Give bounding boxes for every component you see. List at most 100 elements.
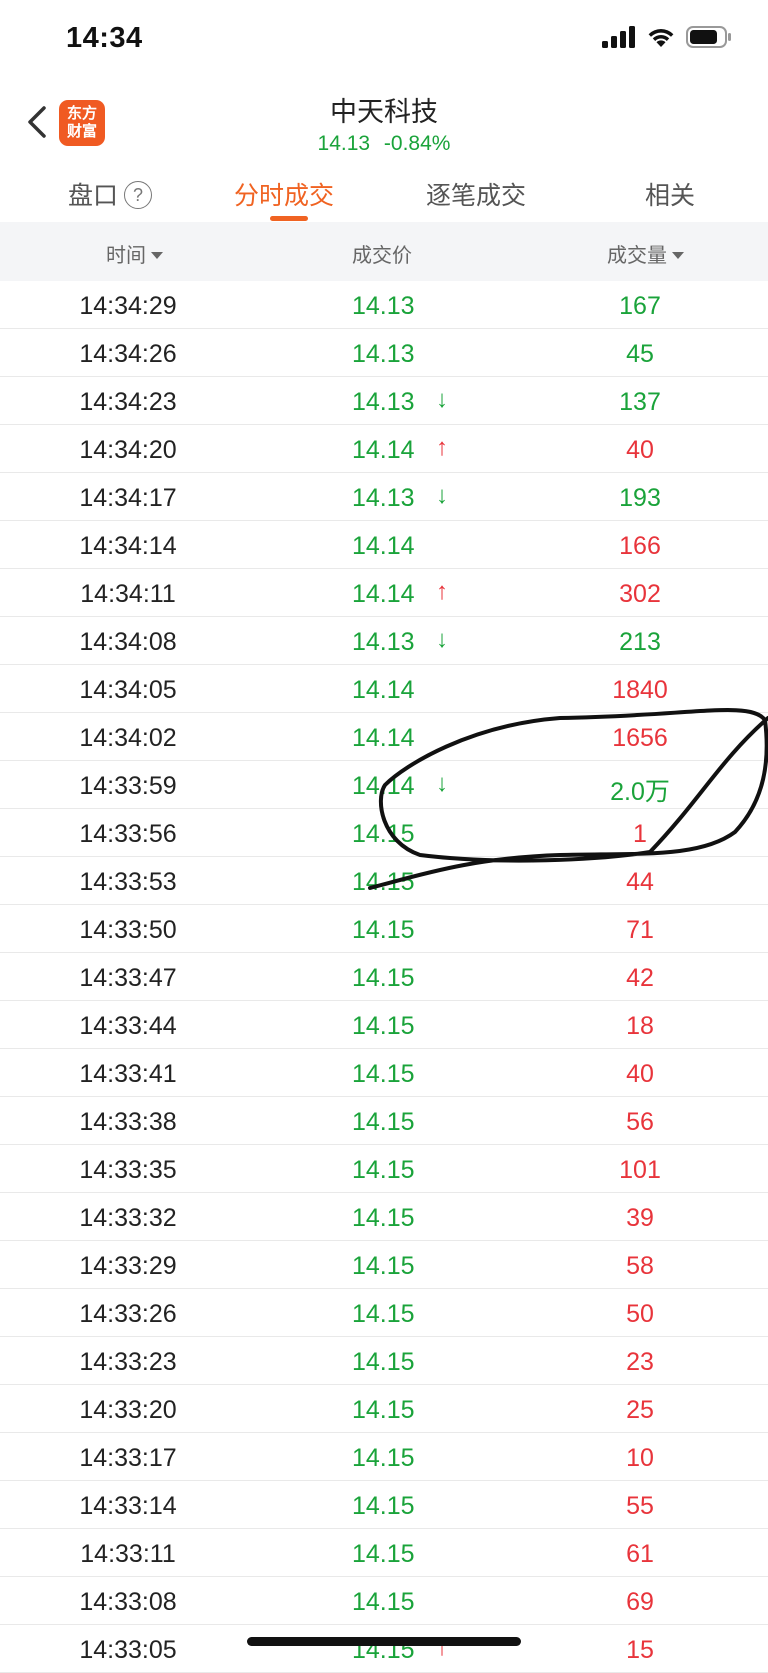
- tab-tick-trades[interactable]: 逐笔成交: [426, 176, 526, 212]
- table-row: 14:33:23 14.15 23: [0, 1337, 768, 1385]
- table-row: 14:33:17 14.15 10: [0, 1433, 768, 1481]
- tab-related[interactable]: 相关: [645, 176, 695, 212]
- trade-time: 14:34:17: [79, 484, 177, 512]
- table-row: 14:34:02 14.14 1656: [0, 713, 768, 761]
- trade-volume: 10: [626, 1444, 654, 1472]
- trade-time: 14:34:14: [79, 532, 177, 560]
- trade-volume: 55: [626, 1492, 654, 1520]
- sort-caret-icon: [151, 252, 163, 259]
- column-volume[interactable]: 成交量: [607, 239, 684, 268]
- trade-time: 14:34:02: [79, 724, 177, 752]
- table-row: 14:34:20 14.14 ↑ 40: [0, 425, 768, 473]
- tab-bar: 盘口? 分时成交 逐笔成交 相关: [0, 164, 768, 222]
- trade-volume: 58: [626, 1252, 654, 1280]
- table-row: 14:33:44 14.15 18: [0, 1001, 768, 1049]
- arrow-down-icon: ↓: [436, 770, 448, 797]
- nav-header: 东方 财富 中天科技 14.13 -0.84%: [0, 84, 768, 248]
- column-time[interactable]: 时间: [106, 239, 163, 268]
- table-row: 14:33:14 14.15 55: [0, 1481, 768, 1529]
- trade-volume: 42: [626, 964, 654, 992]
- trade-price: 14.15: [352, 1492, 415, 1520]
- trade-time: 14:33:44: [79, 1012, 177, 1040]
- trade-time: 14:33:05: [79, 1636, 177, 1664]
- trade-price: 14.15: [352, 1060, 415, 1088]
- arrow-down-icon: ↓: [436, 482, 448, 509]
- table-row: 14:33:53 14.15 44: [0, 857, 768, 905]
- tab-label: 逐笔成交: [426, 182, 527, 210]
- table-row: 14:33:29 14.15 58: [0, 1241, 768, 1289]
- trade-volume: 193: [619, 484, 661, 512]
- trade-volume: 15: [626, 1636, 654, 1664]
- table-row: 14:34:11 14.14 ↑ 302: [0, 569, 768, 617]
- stock-quote: 14.13 -0.84%: [0, 132, 768, 156]
- trade-volume: 25: [626, 1396, 654, 1424]
- table-row: 14:34:23 14.13 ↓ 137: [0, 377, 768, 425]
- table-row: 14:33:08 14.15 69: [0, 1577, 768, 1625]
- trade-price: 14.15: [352, 1588, 415, 1616]
- wifi-icon: [648, 29, 674, 47]
- table-row: 14:34:17 14.13 ↓ 193: [0, 473, 768, 521]
- tab-minute-trades[interactable]: 分时成交: [234, 176, 334, 212]
- stock-change-pct: -0.84%: [383, 132, 451, 155]
- trade-volume: 69: [626, 1588, 654, 1616]
- table-header: 时间 成交价 成交量: [0, 222, 768, 281]
- trade-volume: 44: [626, 868, 654, 896]
- trade-volume: 166: [619, 532, 661, 560]
- trade-time: 14:33:32: [79, 1204, 177, 1232]
- table-row: 14:33:47 14.15 42: [0, 953, 768, 1001]
- column-time-label: 时间: [106, 245, 146, 267]
- trade-time: 14:33:08: [79, 1588, 177, 1616]
- trade-price: 14.15: [352, 1348, 415, 1376]
- column-price: 成交价: [352, 239, 412, 268]
- table-row: 14:33:35 14.15 101: [0, 1145, 768, 1193]
- trade-volume: 39: [626, 1204, 654, 1232]
- trade-price: 14.15: [352, 964, 415, 992]
- trade-price: 14.14: [352, 724, 415, 752]
- trade-time: 14:33:20: [79, 1396, 177, 1424]
- trade-time: 14:33:59: [79, 772, 177, 800]
- trade-volume: 61: [626, 1540, 654, 1568]
- trade-price: 14.15: [352, 1396, 415, 1424]
- trade-price: 14.15: [352, 1108, 415, 1136]
- table-row: 14:33:50 14.15 71: [0, 905, 768, 953]
- trade-volume: 40: [626, 436, 654, 464]
- table-row: 14:33:38 14.15 56: [0, 1097, 768, 1145]
- trade-time: 14:34:05: [79, 676, 177, 704]
- battery-icon: [686, 26, 731, 48]
- table-row: 14:34:08 14.13 ↓ 213: [0, 617, 768, 665]
- trade-price: 14.15: [352, 1012, 415, 1040]
- trade-price: 14.13: [352, 340, 415, 368]
- trade-time: 14:33:38: [79, 1108, 177, 1136]
- tab-order-book[interactable]: 盘口?: [68, 176, 153, 212]
- trade-price: 14.15: [352, 1540, 415, 1568]
- trade-time: 14:33:50: [79, 916, 177, 944]
- tab-label: 相关: [645, 182, 696, 210]
- table-row: 14:33:26 14.15 50: [0, 1289, 768, 1337]
- trade-volume: 167: [619, 292, 661, 320]
- help-icon[interactable]: ?: [124, 181, 153, 209]
- trade-price: 14.15: [352, 1204, 415, 1232]
- table-row: 14:34:26 14.13 45: [0, 329, 768, 377]
- column-volume-label: 成交量: [607, 245, 667, 267]
- trade-volume: 71: [626, 916, 654, 944]
- table-row: 14:34:14 14.14 166: [0, 521, 768, 569]
- trade-time: 14:34:29: [79, 292, 177, 320]
- trade-volume: 23: [626, 1348, 654, 1376]
- status-bar: 14:34: [0, 0, 768, 84]
- trade-time: 14:33:53: [79, 868, 177, 896]
- trade-time: 14:33:35: [79, 1156, 177, 1184]
- tab-label: 盘口: [68, 182, 119, 210]
- trade-time: 14:34:20: [79, 436, 177, 464]
- trade-volume: 56: [626, 1108, 654, 1136]
- trade-price: 14.15: [352, 1252, 415, 1280]
- trade-price: 14.14: [352, 676, 415, 704]
- stock-price: 14.13: [317, 132, 371, 155]
- trade-time: 14:33:47: [79, 964, 177, 992]
- table-row: 14:33:05 14.15 ↑ 15: [0, 1625, 768, 1673]
- trade-time: 14:34:26: [79, 340, 177, 368]
- trade-list[interactable]: 14:34:29 14.13 167 14:34:26 14.13 45 14:34:23 1…: [0, 281, 768, 1673]
- trade-price: 14.13: [352, 388, 415, 416]
- trade-volume: 1840: [612, 676, 668, 704]
- cellular-signal-icon: [602, 26, 635, 48]
- trade-price: 14.15: [352, 1444, 415, 1472]
